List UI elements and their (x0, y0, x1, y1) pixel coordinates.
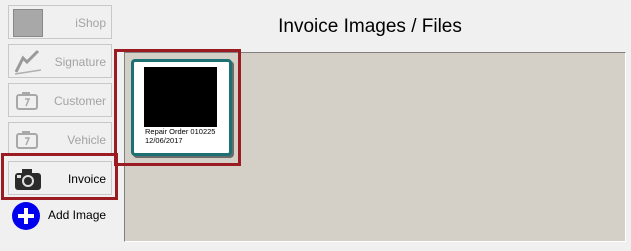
file-thumbnail[interactable]: Repair Order 010225 12/06/2017 (131, 59, 232, 156)
vehicle-icon (13, 126, 43, 154)
camera-icon (13, 165, 43, 193)
file-caption-date: 12/06/2017 (145, 136, 183, 145)
add-image-label: Add Image (48, 208, 107, 222)
ishop-icon (13, 9, 43, 37)
sidebar-item-label: iShop (75, 16, 106, 30)
sidebar-item-label: Vehicle (67, 133, 106, 147)
sidebar-item-label: Signature (54, 55, 106, 69)
signature-icon (13, 48, 43, 76)
file-caption-title: Repair Order 010225 (145, 127, 216, 136)
page-title: Invoice Images / Files (278, 16, 462, 37)
thumbnail-image (144, 67, 217, 127)
sidebar-item-invoice[interactable]: Invoice (8, 161, 112, 195)
add-image-button[interactable]: Add Image (10, 200, 114, 230)
sidebar-item-signature[interactable]: Signature (8, 44, 112, 78)
add-icon (12, 202, 40, 230)
sidebar-item-label: Customer (53, 94, 106, 108)
sidebar-item-customer[interactable]: Customer (8, 83, 112, 117)
sidebar-item-vehicle[interactable]: Vehicle (8, 122, 112, 156)
sidebar-item-ishop[interactable]: iShop (8, 5, 112, 39)
sidebar-item-label: Invoice (67, 172, 106, 186)
customer-icon (13, 87, 43, 115)
sidebar: iShop Signature Customer Vehicle Invoice… (0, 0, 118, 251)
